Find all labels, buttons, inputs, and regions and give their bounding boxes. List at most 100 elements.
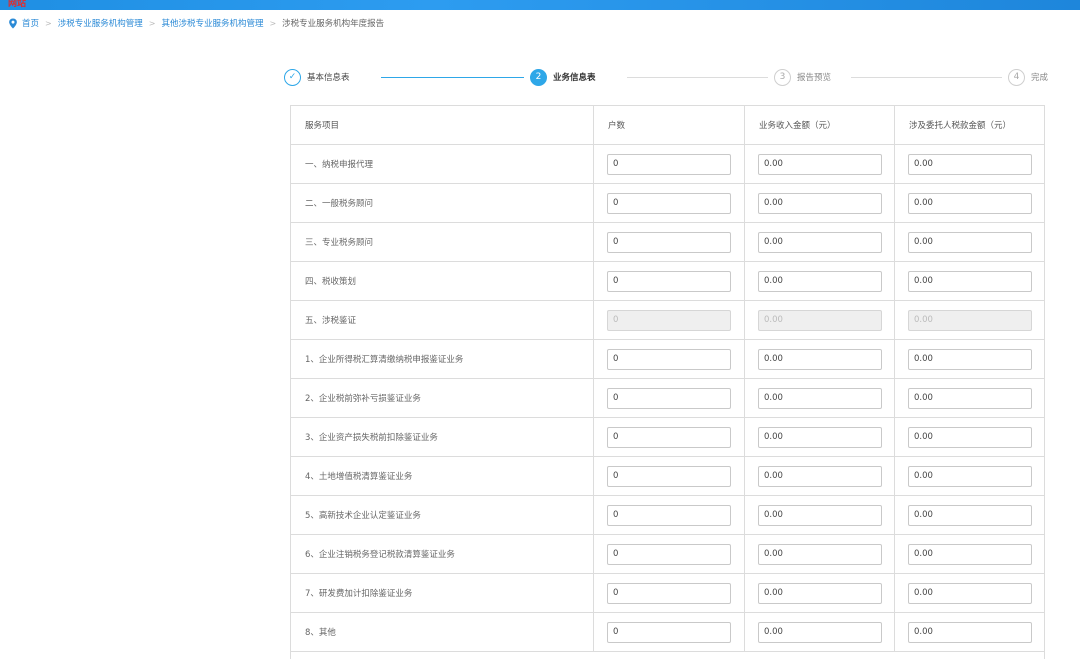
households-input[interactable]: 0 [607,466,731,487]
households-cell: 0 [593,340,744,378]
breadcrumb-link-1[interactable]: 涉税专业服务机构管理 [58,17,143,29]
income-amount-input[interactable]: 0.00 [758,544,882,565]
table-row: 2、企业税前弥补亏损鉴证业务 0 0.00 0.00 [291,379,1044,418]
step-label: 报告预览 [797,73,832,83]
tax-amount-cell: 0.00 [894,379,1044,417]
income-amount-cell: 0.00 [744,574,894,612]
income-amount-input[interactable]: 0.00 [758,388,882,409]
households-cell: 0 [593,301,744,339]
tax-amount-input[interactable]: 0.00 [908,349,1032,370]
tax-amount-input[interactable]: 0.00 [908,427,1032,448]
brand-logo-text: 网站 [8,0,27,9]
step-label: 完成 [1031,73,1049,83]
households-input[interactable]: 0 [607,349,731,370]
tax-amount-cell: 0.00 [894,145,1044,183]
breadcrumb-link-0[interactable]: 首页 [22,17,39,29]
households-input[interactable]: 0 [607,193,731,214]
households-input[interactable]: 0 [607,388,731,409]
income-amount-cell: 0.00 [744,535,894,573]
breadcrumb-link-2[interactable]: 其他涉税专业服务机构管理 [161,17,263,29]
income-amount-cell: 0.00 [744,340,894,378]
tax-amount-cell: 0.00 [894,418,1044,456]
step-connector-line [381,77,524,78]
tax-amount-cell: 0.00 [894,574,1044,612]
tax-amount-cell: 0.00 [894,613,1044,651]
income-amount-input[interactable]: 0.00 [758,154,882,175]
step-label: 基本信息表 [307,73,350,83]
table-row: 3、企业资产损失税前扣除鉴证业务 0 0.00 0.00 [291,418,1044,457]
column-header-service-item: 服务项目 [305,121,340,131]
table-row: 8、其他 0 0.00 0.00 [291,613,1044,652]
households-input[interactable]: 0 [607,505,731,526]
service-item-label: 二、一般税务顾问 [305,199,374,209]
income-amount-cell: 0.00 [744,145,894,183]
income-amount-input[interactable]: 0.00 [758,622,882,643]
tax-amount-input[interactable]: 0.00 [908,271,1032,292]
breadcrumb-current: 涉税专业服务机构年度报告 [282,19,385,29]
tax-amount-input[interactable]: 0.00 [908,232,1032,253]
income-amount-input[interactable]: 0.00 [758,427,882,448]
income-amount-cell: 0.00 [744,184,894,222]
households-input[interactable]: 0 [607,271,731,292]
income-amount-cell: 0.00 [744,379,894,417]
service-item-label: 四、税收策划 [305,277,357,287]
income-amount-input[interactable]: 0.00 [758,349,882,370]
tax-amount-cell: 0.00 [894,535,1044,573]
households-cell: 0 [593,613,744,651]
households-input[interactable]: 0 [607,583,731,604]
tax-amount-input[interactable]: 0.00 [908,388,1032,409]
step-connector-line [627,77,768,78]
step-number-badge: 3 [774,68,791,86]
tax-amount-input: 0.00 [908,310,1032,331]
table-row: 五、涉税鉴证 0 0.00 0.00 [291,301,1044,340]
households-cell: 0 [593,223,744,261]
service-item-label: 8、其他 [305,628,336,638]
tax-amount-cell: 0.00 [894,184,1044,222]
tax-amount-input[interactable]: 0.00 [908,505,1032,526]
tax-amount-input[interactable]: 0.00 [908,583,1032,604]
business-info-table: 服务项目 户数 业务收入金额（元） 涉及委托人税款金额（元） 一、纳税申报代理 0… [290,105,1045,659]
households-input[interactable]: 0 [607,154,731,175]
income-amount-input[interactable]: 0.00 [758,232,882,253]
tax-amount-input[interactable]: 0.00 [908,622,1032,643]
tax-amount-input[interactable]: 0.00 [908,154,1032,175]
tax-amount-cell: 0.00 [894,262,1044,300]
service-item-label: 4、土地增值税清算鉴证业务 [305,472,413,482]
income-amount-input[interactable]: 0.00 [758,193,882,214]
table-row: 7、研发费加计扣除鉴证业务 0 0.00 0.00 [291,574,1044,613]
table-row: 4、土地增值税清算鉴证业务 0 0.00 0.00 [291,457,1044,496]
income-amount-input: 0.00 [758,310,882,331]
income-amount-input[interactable]: 0.00 [758,271,882,292]
column-header-households: 户数 [593,106,744,144]
tax-amount-cell: 0.00 [894,340,1044,378]
table-row: 二、一般税务顾问 0 0.00 0.00 [291,184,1044,223]
households-input[interactable]: 0 [607,427,731,448]
tax-amount-input[interactable]: 0.00 [908,466,1032,487]
income-amount-input[interactable]: 0.00 [758,583,882,604]
tax-amount-input[interactable]: 0.00 [908,544,1032,565]
income-amount-input[interactable]: 0.00 [758,505,882,526]
location-pin-icon [9,17,17,29]
service-item-label: 5、高新技术企业认定鉴证业务 [305,511,421,521]
breadcrumb-separator: > [269,18,277,28]
households-input[interactable]: 0 [607,232,731,253]
progress-steps: ✓ 基本信息表 2 业务信息表 3 报告预览 4 完成 [284,68,1052,88]
households-input[interactable]: 0 [607,544,731,565]
service-item-label: 2、企业税前弥补亏损鉴证业务 [305,394,421,404]
households-cell: 0 [593,418,744,456]
step-report-preview: 3 报告预览 [774,68,831,86]
income-amount-cell: 0.00 [744,496,894,534]
income-amount-cell: 0.00 [744,301,894,339]
households-cell: 0 [593,145,744,183]
income-amount-input[interactable]: 0.00 [758,466,882,487]
table-row: 一、纳税申报代理 0 0.00 0.00 [291,145,1044,184]
households-cell: 0 [593,496,744,534]
step-basic-info[interactable]: ✓ 基本信息表 [284,68,350,86]
tax-amount-input[interactable]: 0.00 [908,193,1032,214]
table-row: 5、高新技术企业认定鉴证业务 0 0.00 0.00 [291,496,1044,535]
households-cell: 0 [593,262,744,300]
step-connector-line [851,77,1002,78]
households-input[interactable]: 0 [607,622,731,643]
service-item-label: 7、研发费加计扣除鉴证业务 [305,589,413,599]
table-row: 1、企业所得税汇算清缴纳税申报鉴证业务 0 0.00 0.00 [291,340,1044,379]
